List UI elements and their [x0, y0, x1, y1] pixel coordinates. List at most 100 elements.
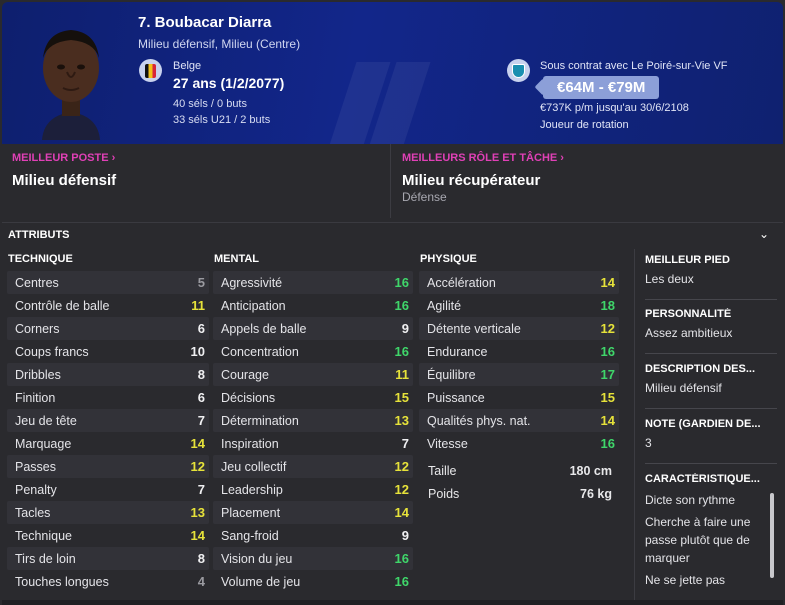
attribute-name: Équilibre [427, 367, 476, 382]
physique-attribute-row[interactable]: Puissance 15 [419, 386, 619, 409]
attribute-name: Placement [221, 505, 281, 520]
attribute-name: Jeu de tête [15, 413, 77, 428]
gk-rating-label: NOTE (GARDIEN DE... [645, 418, 761, 430]
technique-attribute-row[interactable]: Centres 5 [7, 271, 209, 294]
attribute-name: Concentration [221, 344, 299, 359]
attribute-value: 11 [191, 298, 205, 313]
mental-attribute-row[interactable]: Placement 14 [213, 501, 413, 524]
mental-attribute-row[interactable]: Détermination 13 [213, 409, 413, 432]
attribute-name: Vision du jeu [221, 551, 293, 566]
technique-attribute-row[interactable]: Technique 14 [7, 524, 209, 547]
attribute-value: 12 [394, 482, 409, 497]
mental-attribute-row[interactable]: Anticipation 16 [213, 294, 413, 317]
mental-attribute-row[interactable]: Concentration 16 [213, 340, 413, 363]
player-traits: CARACTÉRISTIQUE... Dicte son rythme Cher… [645, 473, 777, 593]
nationality[interactable]: Belge [173, 60, 201, 72]
goalkeeper-rating: NOTE (GARDIEN DE... 3 [645, 418, 777, 450]
mental-attribute-row[interactable]: Appels de balle 9 [213, 317, 413, 340]
attribute-value: 9 [401, 321, 409, 336]
best-position-link[interactable]: MEILLEUR POSTE › [12, 152, 115, 164]
mental-attribute-row[interactable]: Vision du jeu 16 [213, 547, 413, 570]
weight-row: Poids 76 kg [420, 482, 616, 505]
personality-label: PERSONNALITÉ [645, 308, 732, 320]
best-role-panel: MEILLEURS RÔLE ET TÂCHE › Milieu récupér… [392, 144, 783, 218]
attribute-value: 12 [394, 459, 409, 474]
attribute-name: Technique [15, 528, 72, 543]
physique-attribute-row[interactable]: Équilibre 17 [419, 363, 619, 386]
attribute-value: 6 [197, 390, 205, 405]
attribute-value: 17 [600, 367, 615, 382]
chevron-down-icon[interactable]: ⌄ [759, 227, 769, 241]
technique-attribute-row[interactable]: Coups francs 10 [7, 340, 209, 363]
attribute-value: 11 [395, 367, 409, 382]
description-value: Milieu défensif [645, 381, 722, 395]
physique-attribute-row[interactable]: Détente verticale 12 [419, 317, 619, 340]
technique-attribute-row[interactable]: Passes 12 [7, 455, 209, 478]
technique-attribute-row[interactable]: Tirs de loin 8 [7, 547, 209, 570]
attribute-name: Volume de jeu [221, 574, 301, 589]
traits-scrollbar[interactable] [770, 493, 774, 578]
divider [645, 299, 777, 300]
physique-attribute-row[interactable]: Agilité 18 [419, 294, 619, 317]
mental-attribute-row[interactable]: Agressivité 16 [213, 271, 413, 294]
technique-attribute-row[interactable]: Penalty 7 [7, 478, 209, 501]
preferred-foot-value: Les deux [645, 272, 694, 286]
best-position-panel: MEILLEUR POSTE › Milieu défensif [2, 144, 391, 218]
attribute-value: 14 [190, 528, 205, 543]
attribute-value: 16 [600, 344, 615, 359]
mental-header: MENTAL [214, 253, 260, 265]
physique-attribute-row[interactable]: Vitesse 16 [419, 432, 619, 455]
u21-caps: 33 séls U21 / 2 buts [173, 114, 271, 126]
traits-label[interactable]: CARACTÉRISTIQUE... [645, 473, 777, 485]
attributes-title: ATTRIBUTS [8, 229, 70, 241]
mental-attribute-row[interactable]: Jeu collectif 12 [213, 455, 413, 478]
physique-attribute-row[interactable]: Qualités phys. nat. 14 [419, 409, 619, 432]
attribute-value: 18 [600, 298, 615, 313]
player-header: 7. Boubacar Diarra Milieu défensif, Mili… [2, 2, 783, 144]
technique-attribute-row[interactable]: Tacles 13 [7, 501, 209, 524]
technique-attribute-row[interactable]: Jeu de tête 7 [7, 409, 209, 432]
technique-attribute-row[interactable]: Finition 6 [7, 386, 209, 409]
attribute-name: Dribbles [15, 367, 61, 382]
best-role-link[interactable]: MEILLEURS RÔLE ET TÂCHE › [402, 152, 564, 164]
physique-attribute-row[interactable]: Endurance 16 [419, 340, 619, 363]
attribute-name: Leadership [221, 482, 283, 497]
attribute-value: 14 [190, 436, 205, 451]
attribute-name: Accélération [427, 275, 496, 290]
attribute-value: 14 [394, 505, 409, 520]
technique-attribute-row[interactable]: Contrôle de balle 11 [7, 294, 209, 317]
attribute-name: Détente verticale [427, 321, 521, 336]
attribute-name: Puissance [427, 390, 485, 405]
technique-header: TECHNIQUE [8, 253, 73, 265]
attributes-header[interactable]: ATTRIBUTS ⌄ [2, 222, 783, 248]
attribute-name: Agilité [427, 298, 462, 313]
technique-list: Centres 5 Contrôle de balle 11 Corners 6 Coups… [7, 271, 209, 593]
media-description: DESCRIPTION DES... Milieu défensif [645, 363, 777, 395]
technique-attribute-row[interactable]: Dribbles 8 [7, 363, 209, 386]
attribute-value: 15 [600, 390, 615, 405]
mental-attribute-row[interactable]: Sang-froid 9 [213, 524, 413, 547]
technique-attribute-row[interactable]: Corners 6 [7, 317, 209, 340]
attribute-value: 16 [394, 551, 409, 566]
attribute-name: Tacles [15, 505, 51, 520]
divider [645, 353, 777, 354]
mental-attribute-row[interactable]: Leadership 12 [213, 478, 413, 501]
trait-item: Dicte son rythme [645, 493, 736, 507]
nation-flag-icon[interactable] [139, 59, 162, 82]
mental-attribute-row[interactable]: Inspiration 7 [213, 432, 413, 455]
player-age: 27 ans (1/2/2077) [173, 75, 285, 91]
best-position-value: Milieu défensif [12, 172, 117, 189]
attribute-value: 10 [190, 344, 205, 359]
attribute-value: 8 [197, 367, 205, 382]
club-badge-icon[interactable] [507, 59, 530, 82]
attribute-value: 16 [600, 436, 615, 451]
attribute-name: Agressivité [221, 275, 283, 290]
contract-club[interactable]: Sous contrat avec Le Poiré-sur-Vie VF [540, 60, 728, 72]
physique-attribute-row[interactable]: Accélération 14 [419, 271, 619, 294]
technique-attribute-row[interactable]: Marquage 14 [7, 432, 209, 455]
mental-attribute-row[interactable]: Courage 11 [213, 363, 413, 386]
mental-attribute-row[interactable]: Décisions 15 [213, 386, 413, 409]
technique-attribute-row[interactable]: Touches longues 4 [7, 570, 209, 593]
attribute-value: 13 [394, 413, 409, 428]
mental-attribute-row[interactable]: Volume de jeu 16 [213, 570, 413, 593]
